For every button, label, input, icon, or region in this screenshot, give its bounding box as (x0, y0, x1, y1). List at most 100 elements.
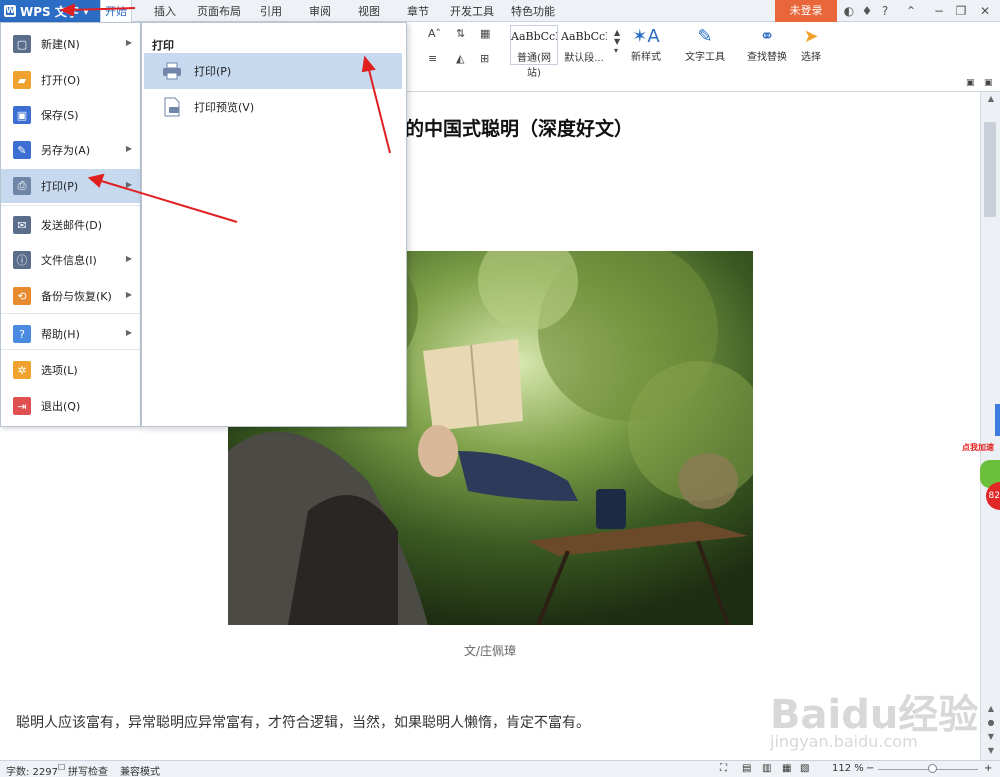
border-icon[interactable]: ⊞ (480, 52, 489, 65)
chevron-right-icon: ▶ (125, 328, 132, 337)
restore-icon[interactable]: ❐ (950, 0, 972, 22)
folder-icon: ▰ (13, 71, 31, 89)
style-normal-web[interactable]: AaBbCcD 普通(网站) (510, 25, 558, 79)
chevron-right-icon: ▶ (125, 38, 132, 47)
file-menu-item[interactable]: ? 帮助(H) ▶ (1, 317, 140, 351)
outline-view-icon[interactable]: ▥ (762, 763, 771, 774)
save-icon: ▣ (13, 106, 31, 124)
file-menu-item[interactable]: ✉ 发送邮件(D) (1, 208, 140, 242)
gear-icon: ✲ (13, 361, 31, 379)
file-menu-item[interactable]: ⎙ 打印(P) ▶ (1, 169, 140, 203)
text-tools-button[interactable]: ✎ 文字工具 (680, 26, 730, 63)
tab-developer[interactable]: 开发工具 (446, 0, 498, 22)
menu-separator (1, 313, 140, 314)
file-menu-item-label: 打开(O) (41, 74, 81, 87)
style-gallery-scroll[interactable]: ▲ ▼ ▾ (614, 28, 620, 55)
save-as-icon: ✎ (13, 141, 31, 159)
scroll-up-icon[interactable]: ▲ (981, 94, 1000, 108)
sort-icon[interactable]: ⇅ (456, 27, 465, 40)
speed-up-label[interactable]: 点我加速 (962, 442, 994, 453)
find-replace-label: 查找替换 (747, 52, 787, 63)
cursor-icon: ➤ (803, 26, 819, 47)
file-menu-item-label: 另存为(A) (41, 144, 91, 157)
ribbon-settings-icon[interactable]: ▣ (966, 78, 975, 88)
file-menu-item[interactable]: ✲ 选项(L) (1, 353, 140, 387)
file-menu-item[interactable]: ▰ 打开(O) (1, 63, 140, 97)
exit-icon: ⇥ (13, 397, 31, 415)
spellcheck-toggle[interactable]: 拼写检查 (68, 763, 108, 777)
find-replace-button[interactable]: ⚭ 查找替换 (742, 26, 792, 63)
reading-mode-icon[interactable]: ▧ (800, 763, 809, 774)
checkbox-icon[interactable]: ☐ (58, 763, 65, 772)
print-preview-icon (162, 97, 182, 117)
new-doc-icon: ▢ (13, 35, 31, 53)
print-preview-label: 打印预览(V) (194, 101, 255, 114)
tab-page-layout[interactable]: 页面布局 (193, 0, 245, 22)
file-menu-item[interactable]: ✎ 另存为(A) ▶ (1, 133, 140, 167)
new-style-button[interactable]: ✶A 新样式 (628, 26, 664, 63)
zoom-level[interactable]: 112 % (832, 763, 864, 774)
file-menu-item-label: 退出(Q) (41, 400, 81, 413)
zoom-in-icon[interactable]: + (984, 763, 992, 774)
side-panel-tab[interactable] (995, 404, 1000, 436)
tab-special[interactable]: 特色功能 (507, 0, 559, 22)
file-menu-item[interactable]: ⇥ 退出(Q) (1, 389, 140, 423)
select-button[interactable]: ➤ 选择 (796, 26, 826, 63)
font-size-grow-icon[interactable]: A˄ (428, 27, 441, 40)
file-menu-item-label: 新建(N) (41, 38, 80, 51)
file-menu-item-label: 帮助(H) (41, 328, 80, 341)
prev-page-icon[interactable]: ▲ (981, 704, 1000, 718)
word-count[interactable]: 字数: 2297 (6, 763, 58, 777)
file-menu-item[interactable]: ▢ 新建(N) ▶ (1, 27, 140, 61)
table-icon[interactable]: ▦ (480, 27, 490, 40)
next-page-icon[interactable]: ▼ (981, 732, 1000, 746)
file-menu-item-label: 发送邮件(D) (41, 219, 103, 232)
align-icon[interactable]: ≡ (428, 52, 437, 65)
text-tools-icon: ✎ (697, 26, 713, 47)
printer-icon (162, 61, 182, 81)
mail-icon: ✉ (13, 216, 31, 234)
style-default-paragraph[interactable]: AaBbCcD 默认段... (560, 25, 608, 65)
printer-icon: ⎙ (13, 177, 31, 195)
close-icon[interactable]: ✕ (974, 0, 996, 22)
file-menu-item[interactable]: ⟲ 备份与恢复(K) ▶ (1, 279, 140, 313)
shading-icon[interactable]: ◭ (456, 52, 464, 65)
print-preview-button[interactable]: 打印预览(V) (144, 89, 402, 125)
collapse-ribbon-icon[interactable]: ⌃ (900, 0, 922, 22)
print-button[interactable]: 打印(P) (144, 53, 402, 89)
chevron-right-icon: ▶ (125, 254, 132, 263)
chevron-right-icon: ▶ (125, 144, 132, 153)
new-style-label: 新样式 (631, 52, 661, 63)
file-menu-item-label: 保存(S) (41, 109, 79, 122)
watermark-url: jingyan.baidu.com (770, 732, 918, 751)
style-sample: AaBbCcD (561, 30, 607, 43)
web-view-icon[interactable]: ▦ (782, 763, 791, 774)
wps-app-menu-button[interactable]: W WPS 文字 ▼ (0, 0, 100, 22)
select-label: 选择 (801, 52, 821, 63)
print-submenu: 打印 打印(P) 打印预览(V) (141, 22, 407, 427)
file-menu-item-label: 文件信息(I) (41, 254, 97, 267)
page-view-icon[interactable]: ▤ (742, 763, 751, 774)
help-button[interactable]: ? (874, 0, 896, 22)
ribbon-collapse-icon[interactable]: ▣ (984, 78, 993, 88)
chevron-right-icon: ▶ (125, 180, 132, 189)
scrollbar-thumb[interactable] (984, 122, 996, 217)
tab-references[interactable]: 引用 (253, 0, 289, 22)
file-menu-item[interactable]: ⓘ 文件信息(I) ▶ (1, 243, 140, 277)
fullscreen-icon[interactable]: ⛶ (720, 763, 727, 774)
file-menu-item-label: 备份与恢复(K) (41, 290, 112, 303)
minimize-icon[interactable]: − (928, 0, 950, 22)
tab-home[interactable]: 开始 (100, 0, 132, 22)
file-menu: ▢ 新建(N) ▶ ▰ 打开(O) ▣ 保存(S) ✎ 另存为(A) ▶ ⎙ 打印(P) ▶ ✉ 发送邮件(… (0, 22, 141, 427)
tab-insert[interactable]: 插入 (145, 0, 185, 22)
login-button[interactable]: 未登录 (775, 0, 837, 22)
scroll-down-icon[interactable]: ▼ (981, 746, 1000, 760)
tab-view[interactable]: 视图 (351, 0, 387, 22)
style-name: 普通(网站) (517, 53, 551, 79)
file-menu-item[interactable]: ▣ 保存(S) (1, 98, 140, 132)
select-browse-icon[interactable]: ● (981, 718, 1000, 732)
tab-chapter[interactable]: 章节 (400, 0, 436, 22)
zoom-out-icon[interactable]: − (866, 763, 874, 774)
tab-review[interactable]: 审阅 (302, 0, 338, 22)
zoom-slider-thumb[interactable] (928, 764, 937, 773)
